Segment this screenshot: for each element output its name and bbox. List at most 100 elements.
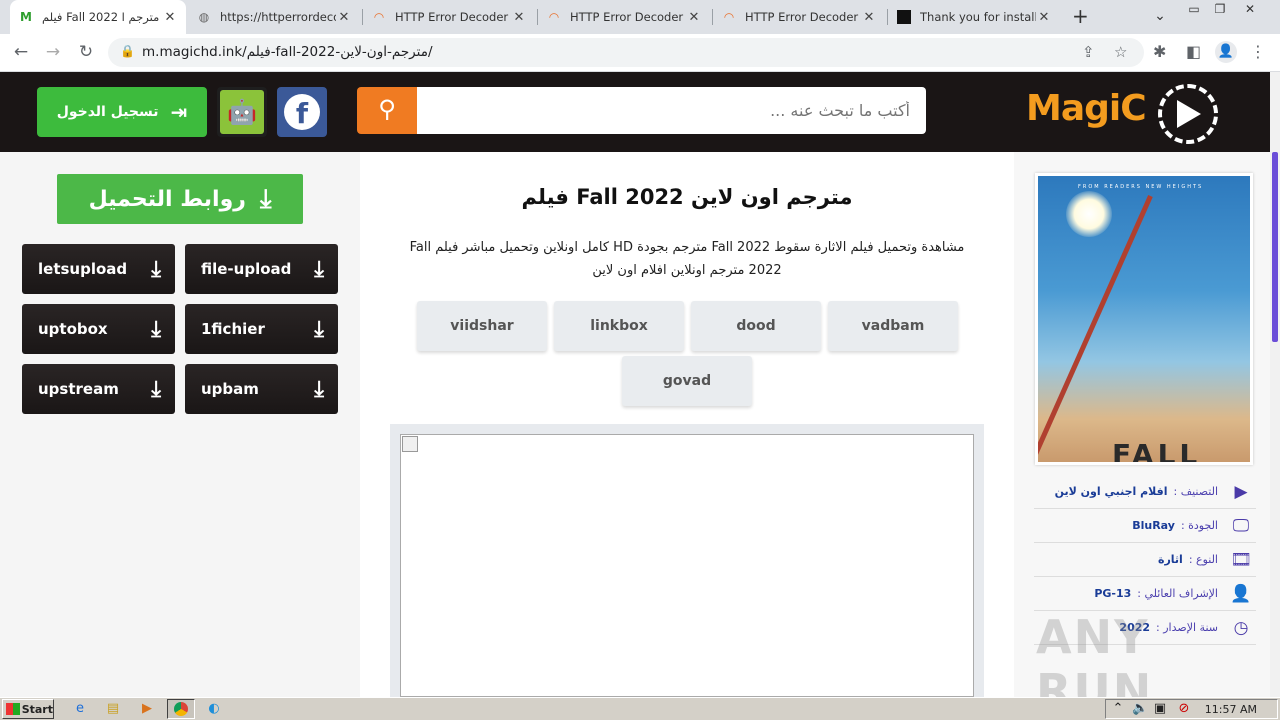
logo-play-icon	[1177, 100, 1201, 128]
info-value[interactable]: اثارة	[1158, 553, 1183, 566]
windows-taskbar: Start e ▤ ▶ ◐ ⌃ 🔈 ▣ ⊘ 11:57 AM	[0, 697, 1280, 720]
system-tray: ⌃ 🔈 ▣ ⊘ 11:57 AM	[1105, 699, 1278, 719]
forward-icon[interactable]: →	[42, 42, 64, 62]
profile-avatar[interactable]: 👤	[1215, 41, 1237, 63]
close-tab-icon[interactable]: ✕	[336, 10, 352, 25]
facebook-button[interactable]: f	[277, 87, 327, 137]
close-window-icon[interactable]: ✕	[1240, 2, 1260, 18]
page-scrollbar[interactable]	[1270, 72, 1280, 697]
host-button-upstream[interactable]: upstream ⤓	[22, 364, 175, 414]
tab-title: HTTP Error Decoder	[745, 10, 859, 24]
download-links-label: روابط التحميل	[88, 186, 246, 212]
download-links-header[interactable]: روابط التحميل ⤓	[57, 174, 303, 224]
folder-icon[interactable]: ▤	[105, 701, 121, 717]
bookmark-star-icon[interactable]: ☆	[1114, 43, 1127, 61]
server-button-govad[interactable]: govad	[622, 356, 752, 406]
restore-icon[interactable]: ❐	[1210, 2, 1230, 18]
browser-toolbar: ← → ↻ 🔒 m.magichd.ink/فيلم-fall-2022-متر…	[0, 34, 1280, 72]
ie-icon[interactable]: e	[72, 701, 88, 717]
download-icon: ⤓	[151, 376, 161, 402]
close-tab-icon[interactable]: ✕	[511, 10, 527, 25]
info-key: الإشراف العائلي :	[1137, 587, 1218, 600]
server-button-vadbam[interactable]: vadbam	[828, 301, 958, 351]
side-panel-icon[interactable]: ◧	[1186, 42, 1201, 61]
movie-poster[interactable]: FROM READERS NEW HEIGHTS FALL	[1035, 173, 1253, 465]
tab-search-chevron-icon[interactable]: ⌄	[1150, 8, 1170, 24]
tab-title: HTTP Error Decoder	[395, 10, 509, 24]
tab-strip: M فيلم Fall 2022 مترجم ا ✕ ◍ https://htt…	[0, 0, 1280, 34]
poster-art: FROM READERS NEW HEIGHTS FALL	[1038, 176, 1250, 462]
scrollbar-thumb[interactable]	[1272, 152, 1278, 342]
host-button-1fichier[interactable]: 1fichier ⤓	[185, 304, 338, 354]
android-app-button[interactable]: 🤖	[217, 87, 267, 137]
user-check-icon: 👤	[1230, 583, 1252, 604]
download-icon: ⤓	[314, 316, 324, 342]
globe-icon: ◍	[198, 10, 210, 24]
login-button[interactable]: تسجيل الدخول ⇥	[37, 87, 207, 137]
search-button[interactable]: ⚲	[357, 87, 417, 134]
login-icon: ⇥	[170, 100, 188, 124]
rainbow-icon: ◠	[374, 10, 384, 24]
info-row-rating: 👤 الإشراف العائلي : PG-13	[1034, 577, 1256, 611]
poster-sun	[1066, 191, 1112, 237]
volume-icon[interactable]: 🔈	[1132, 701, 1148, 717]
rainbow-icon: ◠	[724, 10, 734, 24]
tray-expand-icon[interactable]: ⌃	[1110, 701, 1126, 717]
minimize-icon[interactable]: ▭	[1184, 2, 1204, 18]
extensions-icon[interactable]: ✱	[1153, 42, 1166, 61]
start-button[interactable]: Start	[2, 699, 54, 719]
close-tab-icon[interactable]: ✕	[861, 10, 877, 25]
tab-httperrordecoder-url[interactable]: ◍ https://httperrordecod ✕	[188, 0, 360, 34]
host-button-uptobox[interactable]: uptobox ⤓	[22, 304, 175, 354]
download-icon: ⤓	[314, 376, 324, 402]
menu-kebab-icon[interactable]: ⋮	[1250, 42, 1266, 61]
url-text[interactable]: m.magichd.ink/فيلم-fall-2022-مترجم-اون-ل…	[142, 44, 433, 60]
download-column	[0, 152, 360, 697]
info-value[interactable]: BluRay	[1132, 519, 1175, 532]
info-value[interactable]: PG-13	[1094, 587, 1131, 600]
tab-title: https://httperrordecod	[220, 10, 336, 24]
chrome-taskbar-button[interactable]	[167, 699, 195, 719]
host-name: uptobox	[38, 320, 108, 338]
tab-active[interactable]: M فيلم Fall 2022 مترجم ا ✕	[10, 0, 186, 34]
host-button-upbam[interactable]: upbam ⤓	[185, 364, 338, 414]
taskbar-clock[interactable]: 11:57 AM	[1205, 703, 1257, 716]
tab-thank-you[interactable]: Thank you for installing ✕	[888, 0, 1060, 34]
info-row-category: ▶ التصنيف : افلام اجنبي اون لاين	[1034, 475, 1256, 509]
host-name: upstream	[38, 380, 119, 398]
poster-tagline: FROM READERS NEW HEIGHTS	[1078, 184, 1204, 190]
media-player-icon[interactable]: ▶	[139, 701, 155, 717]
search-input[interactable]	[416, 87, 926, 134]
rainbow-icon: ◠	[549, 10, 559, 24]
edge-icon[interactable]: ◐	[206, 701, 222, 717]
login-label: تسجيل الدخول	[56, 104, 159, 120]
security-alert-icon[interactable]: ⊘	[1176, 701, 1192, 717]
tab-http-error-decoder[interactable]: ◠ HTTP Error Decoder ✕	[363, 0, 535, 34]
site-logo-text[interactable]: MagiC	[1026, 88, 1147, 129]
download-icon: ⤓	[259, 183, 272, 214]
reload-icon[interactable]: ↻	[75, 42, 97, 62]
info-key: التصنيف :	[1173, 485, 1219, 498]
close-tab-icon[interactable]: ✕	[1036, 10, 1052, 25]
broken-image-icon	[402, 436, 418, 452]
info-row-quality: 🖵 الجودة : BluRay	[1034, 509, 1256, 543]
server-button-dood[interactable]: dood	[691, 301, 821, 351]
magic-favicon-icon: M	[20, 10, 32, 24]
host-button-file-upload[interactable]: file-upload ⤓	[185, 244, 338, 294]
film-icon: 🎞	[1230, 549, 1252, 570]
tab-http-error-decoder[interactable]: ◠ HTTP Error Decoder ✕	[538, 0, 710, 34]
tab-http-error-decoder[interactable]: ◠ HTTP Error Decoder ✕	[713, 0, 885, 34]
new-tab-icon[interactable]: +	[1072, 4, 1089, 28]
host-button-letsupload[interactable]: letsupload ⤓	[22, 244, 175, 294]
close-tab-icon[interactable]: ✕	[686, 10, 702, 25]
video-player[interactable]	[400, 434, 974, 697]
server-button-viidshar[interactable]: viidshar	[417, 301, 547, 351]
server-button-linkbox[interactable]: linkbox	[554, 301, 684, 351]
address-bar[interactable]: 🔒 m.magichd.ink/فيلم-fall-2022-مترجم-اون…	[108, 38, 1144, 67]
network-icon[interactable]: ▣	[1152, 701, 1168, 717]
close-tab-icon[interactable]: ✕	[162, 10, 178, 25]
info-value[interactable]: افلام اجنبي اون لاين	[1055, 485, 1168, 498]
play-icon: ▶	[1234, 481, 1248, 502]
share-icon[interactable]: ⇪	[1082, 43, 1095, 61]
back-icon[interactable]: ←	[10, 42, 32, 62]
